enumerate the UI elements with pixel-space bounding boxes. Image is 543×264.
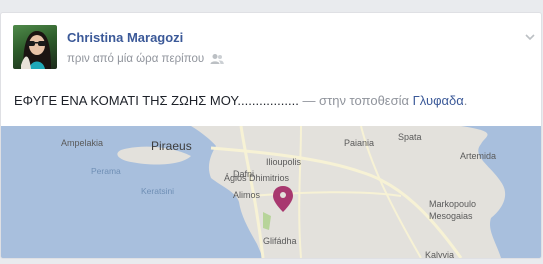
map-label-agios-dimitrios: Ágios Dhimitrios [224,173,290,183]
friends-icon[interactable] [210,53,224,65]
map-label-spata: Spata [398,132,422,142]
map-label-ampelakia: Ampelakia [61,138,104,148]
location-prefix: — στην τοποθεσία [298,93,413,108]
map-label-ilioupolis: Ilioupolis [266,157,302,167]
author-name[interactable]: Christina Maragozi [67,30,183,45]
map-label-kalyvia: Kalyvia [425,250,455,259]
post-meta: πριν από μία ώρα περίπου [67,53,224,65]
location-map[interactable]: Ampelakia Piraeus Perama Keratsini Iliou… [1,126,541,258]
post-timestamp[interactable]: πριν από μία ώρα περίπου [67,53,204,65]
map-label-markopoulo: Markopoulo Mesogaias [429,199,477,221]
map-label-paiania: Paiania [344,138,375,148]
post-status: ΕΦΥΓΕ ΕΝΑ ΚΟΜΑΤΙ ΤΗΣ ΖΩΗΣ ΜΟΥ...........… [14,93,467,108]
map-label-piraeus: Piraeus [151,139,192,153]
map-label-artemida: Artemida [460,151,497,161]
post-card: Christina Maragozi πριν από μία ώρα περί… [0,12,542,259]
post-options-chevron-icon[interactable] [525,29,535,41]
location-link[interactable]: Γλυφαδα [413,93,464,108]
map-label-keratsini: Keratsini [141,186,175,196]
avatar[interactable] [13,25,57,69]
status-text: ΕΦΥΓΕ ΕΝΑ ΚΟΜΑΤΙ ΤΗΣ ΖΩΗΣ ΜΟΥ...........… [14,93,299,108]
map-label-perama: Perama [91,166,121,176]
map-label-alimos: Alimos [233,190,261,200]
location-suffix: . [463,93,468,108]
map-label-glyfada: Glifádha [263,236,297,246]
